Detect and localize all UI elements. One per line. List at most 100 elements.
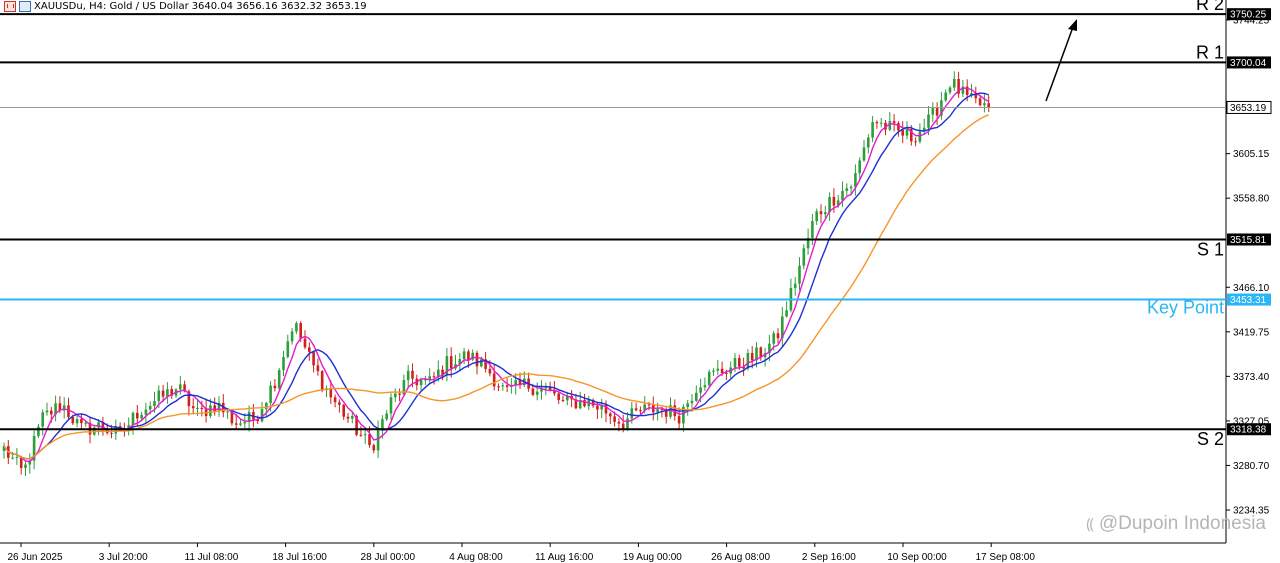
candle-body	[209, 405, 212, 417]
projection-arrowhead	[1068, 19, 1077, 31]
window-icon[interactable]	[4, 1, 16, 12]
candle-body	[501, 385, 505, 387]
candle-body	[677, 416, 681, 424]
candle-body	[213, 405, 216, 412]
candle-body	[75, 419, 79, 424]
candle-body	[467, 351, 470, 360]
candle-body	[931, 107, 935, 115]
candle-body	[544, 387, 548, 389]
candle-body	[871, 122, 874, 138]
x-tick-label-5: 4 Aug 08:00	[449, 552, 503, 563]
x-tick-label-6: 11 Aug 16:00	[535, 552, 594, 563]
candle-body	[793, 283, 797, 288]
y-tick-label-2: 3558.80	[1233, 194, 1270, 205]
candle-body	[273, 385, 277, 389]
x-tick-label-11: 17 Sep 08:00	[975, 552, 1035, 563]
level-price-label-4: 3318.38	[1230, 425, 1267, 436]
candle-body	[832, 196, 836, 206]
candle-body	[824, 212, 827, 215]
candle-body	[308, 347, 311, 352]
candle-body	[953, 79, 956, 88]
level-price-label-3: 3453.31	[1230, 295, 1267, 306]
candle-body	[596, 405, 599, 410]
candle-body	[144, 409, 148, 415]
candle-body	[914, 141, 917, 143]
candle-body	[196, 407, 199, 409]
y-tick-label-3: 3466.10	[1233, 283, 1270, 294]
candle-body	[879, 122, 883, 124]
level-price-label-0: 3750.25	[1230, 10, 1267, 21]
candle-body	[488, 368, 492, 374]
candle-body	[351, 416, 354, 419]
candle-body	[535, 391, 539, 395]
candle-body	[131, 412, 135, 426]
candle-body	[626, 418, 629, 429]
candle-body	[333, 397, 337, 403]
candle-body	[385, 413, 388, 420]
y-tick-label-5: 3373.40	[1233, 372, 1270, 383]
candle-body	[690, 400, 694, 404]
candle-body	[609, 413, 612, 417]
candle-body	[703, 385, 707, 388]
candle-body	[497, 386, 500, 388]
candle-body	[759, 347, 763, 358]
candle-body	[37, 426, 40, 437]
candle-body	[24, 464, 27, 468]
candle-body	[983, 103, 986, 106]
candle-body	[15, 456, 19, 458]
projection-arrow	[1045, 26, 1074, 102]
candle-body	[346, 416, 350, 419]
candle-body	[815, 211, 818, 222]
candle-body	[858, 160, 861, 174]
chart-header: XAUUSDu, H4: Gold / US Dollar 3640.04 36…	[4, 1, 367, 12]
candle-body	[234, 423, 238, 425]
symbol-label: XAUUSDu, H4: Gold / US Dollar	[34, 1, 189, 12]
candle-body	[918, 131, 922, 142]
candle-body	[802, 248, 806, 266]
candle-body	[265, 403, 268, 410]
candle-body	[978, 98, 982, 106]
candle-body	[621, 423, 625, 429]
chart-type-icon[interactable]	[19, 1, 31, 12]
candle-body	[750, 352, 754, 361]
candles	[2, 71, 990, 477]
candle-body	[389, 397, 393, 414]
candle-body	[630, 408, 634, 419]
candle-body	[531, 388, 535, 395]
candle-body	[867, 137, 870, 148]
candle-body	[935, 107, 939, 116]
candle-body	[161, 390, 165, 397]
candle-body	[226, 411, 229, 413]
candle-body	[561, 399, 565, 401]
candle-body	[776, 333, 780, 339]
candle-body	[290, 331, 294, 342]
candle-body	[110, 432, 113, 434]
candle-body	[480, 359, 483, 367]
candle-body	[505, 385, 509, 387]
x-tick-label-9: 2 Sep 16:00	[802, 552, 856, 563]
chart-window: 3744.25 3605.15 3558.80 3466.10 3419.75 3373.…	[0, 0, 1280, 563]
candle-body	[716, 368, 720, 371]
candle-body	[987, 103, 990, 108]
level-label-1: R 1	[1196, 42, 1224, 62]
candle-body	[239, 423, 242, 425]
candle-body	[316, 365, 320, 372]
candle-body	[695, 392, 698, 401]
level-label-4: S 2	[1197, 429, 1224, 449]
x-tick-label-7: 19 Aug 00:00	[623, 552, 682, 563]
price-chart[interactable]: 3744.253605.153558.803466.103419.753373.…	[0, 0, 1280, 563]
candle-body	[845, 188, 849, 191]
level-price-label-2: 3515.81	[1230, 235, 1267, 246]
y-tick-label-7: 3280.70	[1233, 461, 1270, 472]
candle-body	[398, 393, 401, 395]
candle-body	[148, 405, 152, 410]
candle-body	[419, 379, 423, 386]
ma-line-2	[3, 92, 989, 460]
candle-body	[905, 128, 909, 136]
candle-body	[854, 173, 857, 187]
x-tick-label-1: 3 Jul 20:00	[99, 552, 148, 563]
ohlc-values: 3640.04 3656.16 3632.32 3653.19	[191, 1, 367, 12]
candle-body	[772, 333, 775, 344]
candle-body	[286, 341, 290, 357]
x-tick-label-10: 10 Sep 00:00	[887, 552, 947, 563]
